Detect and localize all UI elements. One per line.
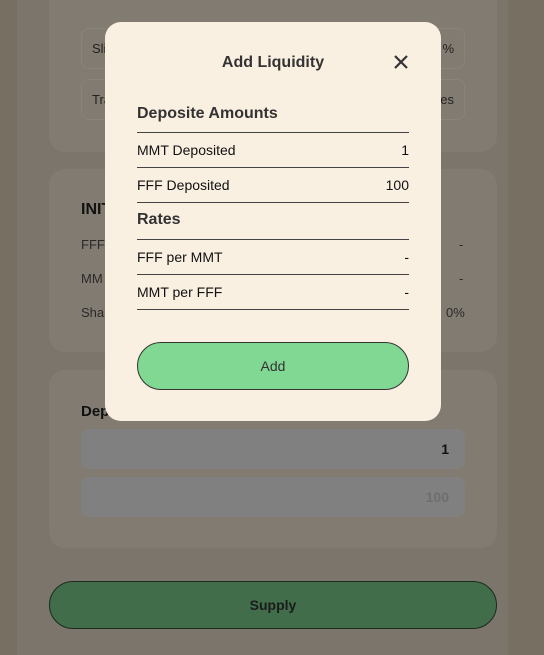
rates-heading: Rates [137,211,181,228]
fff-per-mmt-row: FFF per MMT - [137,239,409,274]
bg-row-value: - [459,271,464,286]
background-side-right [508,0,544,655]
bg-row-value: 0% [446,305,465,320]
bg-row-label: FFF [81,237,105,252]
slippage-value: % [442,41,454,56]
bg-row-value: - [459,237,464,252]
add-liquidity-modal: Add Liquidity Deposite Amounts MMT Depos… [105,22,441,421]
fff-deposited-row: FFF Deposited 100 [137,167,409,202]
supply-button[interactable]: Supply [49,581,497,629]
bg-row-label: Sha [81,305,105,320]
mmt-per-fff-row: MMT per FFF - [137,274,409,309]
row-value: - [404,284,409,300]
divider [137,202,409,203]
deposit-amounts-heading: Deposite Amounts [137,105,278,122]
row-value: 100 [385,177,409,193]
bg-row-label: MM [81,271,103,286]
row-label: MMT Deposited [137,142,236,158]
mmt-amount-input[interactable]: 1 [81,429,465,469]
background-side-left [0,0,17,655]
add-button[interactable]: Add [137,342,409,390]
transaction-value: es [440,92,454,107]
fff-amount-input[interactable]: 100 [81,477,465,517]
row-value: 1 [401,142,409,158]
row-value: - [404,249,409,265]
row-label: FFF Deposited [137,177,230,193]
close-icon[interactable] [391,52,411,72]
mmt-deposited-row: MMT Deposited 1 [137,132,409,167]
row-label: MMT per FFF [137,284,223,300]
divider [137,309,409,310]
row-label: FFF per MMT [137,249,223,265]
